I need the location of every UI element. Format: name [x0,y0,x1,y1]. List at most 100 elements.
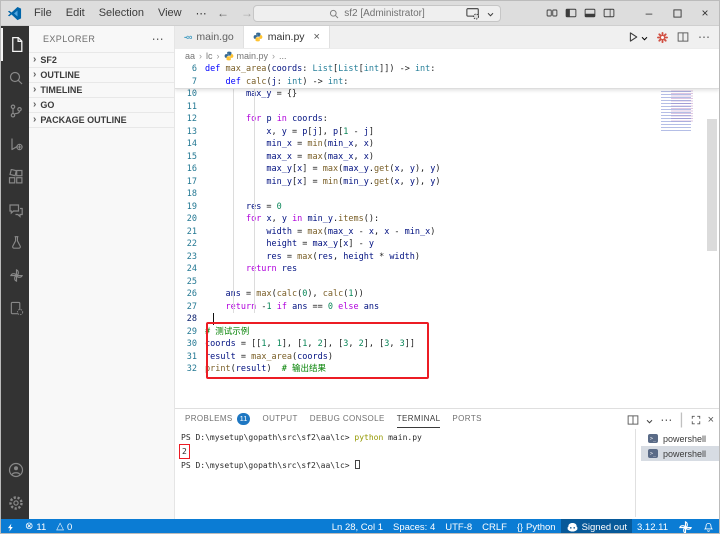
code-text[interactable]: max_y[x] = max(max_y.get(x, y), y) [205,163,440,176]
terminal-session-item[interactable]: >_ powershell [641,446,719,461]
code-text[interactable]: return -1 if ans == 0 else ans [205,301,379,314]
code-line[interactable]: 23 res = max(res, height * width) [175,251,719,264]
line-number[interactable]: 15 [175,151,205,164]
code-line[interactable]: 12 for p in coords: [175,113,719,126]
run-code-icon[interactable] [657,31,668,43]
status-copilot-status[interactable]: Signed out [560,519,632,533]
status-extension-status[interactable] [673,519,698,533]
line-number[interactable]: 18 [175,188,205,201]
breadcrumb-item----[interactable]: ... [279,51,287,61]
code-line[interactable]: 19 res = 0 [175,201,719,214]
line-number[interactable]: 29 [175,326,205,339]
activity-item-pinwheel-icon[interactable] [1,259,29,292]
split-terminal-icon[interactable] [627,414,639,426]
line-number[interactable]: 32 [175,363,205,376]
activity-item-chat-icon[interactable] [1,193,29,226]
line-number[interactable]: 20 [175,213,205,226]
line-number[interactable]: 31 [175,351,205,364]
tab-main-py[interactable]: main.py × [243,26,330,48]
code-text[interactable]: min_x = min(min_x, x) [205,138,374,151]
code-text[interactable]: res = 0 [205,201,282,214]
activity-item-settings-gear-icon[interactable] [1,486,29,519]
sidebar-section-go[interactable]: › GO [29,97,174,112]
terminal-session-item[interactable]: >_ powershell [641,431,719,446]
status-encoding[interactable]: UTF-8 [440,519,477,533]
forward-arrow-icon[interactable]: → [241,6,253,20]
line-number[interactable]: 17 [175,176,205,189]
panel-tab-output[interactable]: OUTPUT [262,409,297,428]
code-line[interactable]: 14 min_x = min(min_x, x) [175,138,719,151]
code-text[interactable]: height = max_y[x] - y [205,238,374,251]
toggle-sidebar-icon[interactable] [565,7,577,19]
line-number[interactable]: 21 [175,226,205,239]
line-number[interactable]: 14 [175,138,205,151]
code-editor[interactable]: 6 def max_area(coords: List[List[int]]) -… [175,63,719,408]
maximize-panel-icon[interactable] [691,415,701,425]
line-number[interactable]: 11 [175,101,205,114]
line-number[interactable]: 19 [175,201,205,214]
command-center-search[interactable]: sf2 [Administrator] [253,5,501,22]
menu-selection[interactable]: Selection [92,7,151,19]
breadcrumb-item-lc[interactable]: lc [206,51,213,61]
activity-item-search-icon[interactable] [1,61,29,94]
line-number[interactable]: 16 [175,163,205,176]
code-line[interactable]: 26 ans = max(calc(0), calc(1)) [175,288,719,301]
status-warnings-count[interactable]: △ 0 [51,519,77,533]
code-text[interactable]: max_y = {} [205,88,297,101]
sticky-scroll[interactable]: 6 def max_area(coords: List[List[int]]) -… [175,63,719,89]
activity-item-extensions-icon[interactable] [1,160,29,193]
code-text[interactable]: x, y = p[j], p[1 - j] [205,126,374,139]
code-text[interactable]: ans = max(calc(0), calc(1)) [205,288,363,301]
activity-item-source-control-icon[interactable] [1,94,29,127]
code-line[interactable]: 16 max_y[x] = max(max_y.get(x, y), y) [175,163,719,176]
menu-edit[interactable]: Edit [59,7,92,19]
status-notifications-bell[interactable] [698,519,719,533]
sidebar-section-outline[interactable]: › OUTLINE [29,67,174,82]
code-line[interactable]: 20 for x, y in min_y.items(): [175,213,719,226]
terminal-dropdown-icon[interactable] [646,419,653,424]
line-number[interactable]: 28 [175,313,205,326]
panel-tab-problems[interactable]: PROBLEMS 11 [185,409,251,428]
maximize-button[interactable] [663,1,691,25]
code-line[interactable]: 18 [175,188,719,201]
status-remote-indicator[interactable] [1,519,20,533]
line-number[interactable]: 6 [175,63,205,76]
line-number[interactable]: 22 [175,238,205,251]
line-number[interactable]: 24 [175,263,205,276]
breadcrumb-item-aa[interactable]: aa [185,51,195,61]
back-arrow-icon[interactable]: ← [217,6,229,20]
code-text[interactable]: res = max(res, height * width) [205,251,420,264]
code-line[interactable]: 7 def calc(j: int) -> int: [175,76,719,89]
status-eol-sequence[interactable]: CRLF [477,519,512,533]
panel-tab-debug-console[interactable]: DEBUG CONSOLE [310,409,385,428]
customize-layout-icon[interactable] [546,7,558,19]
panel-tab-ports[interactable]: PORTS [452,409,481,428]
status-indentation[interactable]: Spaces: 4 [388,519,440,533]
line-number[interactable]: 26 [175,288,205,301]
code-line[interactable]: 15 max_x = max(max_x, x) [175,151,719,164]
breadcrumb-item-main-py[interactable]: main.py [224,51,268,61]
code-text[interactable]: def calc(j: int) -> int: [205,76,348,89]
panel-tab-terminal[interactable]: TERMINAL [396,409,441,428]
panel-more-icon[interactable]: ⋯ [660,413,672,427]
menu-more[interactable]: ⋯ [189,7,214,20]
close-panel-icon[interactable]: × [708,414,714,426]
code-text[interactable]: min_y[x] = min(min_y.get(x, y), y) [205,176,440,189]
code-text[interactable]: for x, y in min_y.items(): [205,213,379,226]
code-line[interactable]: 22 height = max_y[x] - y [175,238,719,251]
terminal-output[interactable]: PS D:\mysetup\gopath\src\sf2\aa\lc> pyth… [179,431,633,517]
run-dropdown-icon[interactable] [641,36,648,41]
desktop-settings-icon[interactable] [466,7,480,20]
line-number[interactable]: 10 [175,88,205,101]
activity-item-file-gear-icon[interactable] [1,292,29,325]
close-button[interactable]: × [691,1,719,25]
sidebar-section-timeline[interactable]: › TIMELINE [29,82,174,97]
split-editor-icon[interactable] [677,31,689,43]
activity-item-run-debug-icon[interactable] [1,127,29,160]
status-language-mode[interactable]: {} Python [512,519,561,533]
code-line[interactable]: 13 x, y = p[j], p[1 - j] [175,126,719,139]
status-cursor-position[interactable]: Ln 28, Col 1 [327,519,388,533]
menu-file[interactable]: File [27,7,59,19]
activity-item-account-icon[interactable] [1,453,29,486]
code-line[interactable]: 21 width = max(max_x - x, x - min_x) [175,226,719,239]
